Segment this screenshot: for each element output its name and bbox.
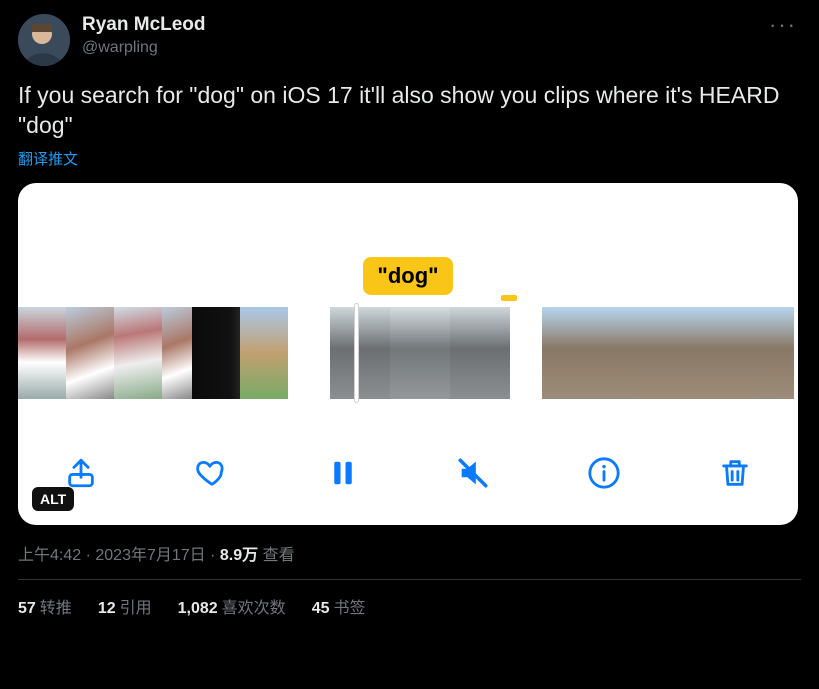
thumbnail[interactable] [542, 307, 584, 399]
stat-quotes[interactable]: 12引用 [98, 594, 152, 618]
stat-likes[interactable]: 1,082喜欢次数 [178, 594, 286, 618]
thumbnail[interactable] [752, 307, 794, 399]
views-count: 8.9万 [220, 547, 258, 564]
thumbnail[interactable] [668, 307, 710, 399]
thumbnail[interactable] [192, 307, 240, 399]
tweet-meta: 上午4:42 · 2023年7月17日 · 8.9万 查看 [18, 541, 801, 565]
info-icon[interactable] [577, 446, 631, 500]
author-handle[interactable]: @warpling [82, 38, 206, 58]
clip-gap [288, 307, 330, 399]
tweet-stats: 57转推 12引用 1,082喜欢次数 45书签 [18, 594, 801, 618]
thumbnail[interactable] [162, 307, 192, 399]
dot: · [206, 547, 220, 564]
translate-link[interactable]: 翻译推文 [18, 148, 801, 169]
tweet-time[interactable]: 上午4:42 [18, 547, 81, 564]
mute-icon[interactable] [446, 446, 500, 500]
thumbnail[interactable] [18, 307, 66, 399]
search-callout-wrap: "dog" [18, 257, 798, 295]
thumbnail[interactable] [240, 307, 288, 399]
video-scrubber-strip[interactable] [18, 307, 798, 399]
thumbnail[interactable] [390, 307, 450, 399]
divider [18, 579, 801, 580]
heart-icon[interactable] [185, 446, 239, 500]
tweet-date[interactable]: 2023年7月17日 [95, 547, 205, 564]
thumbnail[interactable] [330, 307, 390, 399]
tweet-header: Ryan McLeod @warpling ··· [18, 14, 801, 66]
pause-icon[interactable] [316, 446, 370, 500]
clip-gap [510, 307, 542, 399]
thumbnail[interactable] [710, 307, 752, 399]
views-label: 查看 [263, 547, 295, 564]
search-term-callout: "dog" [363, 257, 452, 295]
thumbnail[interactable] [626, 307, 668, 399]
trash-icon[interactable] [708, 446, 762, 500]
thumbnail[interactable] [66, 307, 114, 399]
alt-badge[interactable]: ALT [32, 487, 74, 511]
tweet-text: If you search for "dog" on iOS 17 it'll … [18, 80, 801, 140]
author-name[interactable]: Ryan McLeod [82, 14, 206, 36]
tweet-card: Ryan McLeod @warpling ··· If you search … [0, 0, 819, 689]
scrubber-marker [501, 295, 517, 301]
thumbnail[interactable] [450, 307, 510, 399]
author-block: Ryan McLeod @warpling [82, 14, 206, 58]
avatar[interactable] [18, 14, 70, 66]
scrubber-playhead[interactable] [354, 303, 359, 403]
dot: · [81, 547, 95, 564]
media-toolbar [18, 443, 798, 503]
stat-retweets[interactable]: 57转推 [18, 594, 72, 618]
more-options-icon[interactable]: ··· [769, 12, 797, 38]
thumbnail[interactable] [584, 307, 626, 399]
thumbnail[interactable] [114, 307, 162, 399]
media-attachment[interactable]: "dog" [18, 183, 798, 525]
stat-bookmarks[interactable]: 45书签 [312, 594, 366, 618]
